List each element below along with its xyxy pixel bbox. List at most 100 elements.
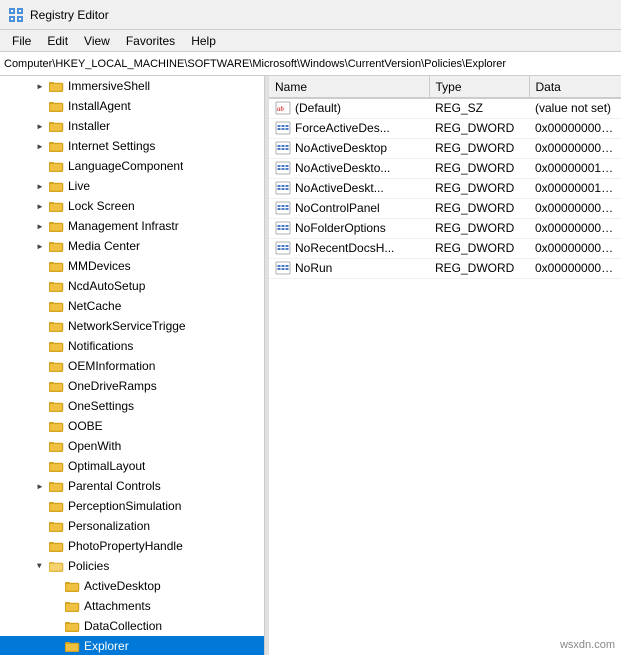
value-type-cell-2: REG_DWORD bbox=[429, 138, 529, 158]
tree-item-netcache[interactable]: ► NetCache bbox=[0, 296, 264, 316]
tree-label-live: Live bbox=[68, 179, 90, 193]
value-name-text: NoControlPanel bbox=[295, 201, 380, 215]
tree-item-onedriveramps[interactable]: ► OneDriveRamps bbox=[0, 376, 264, 396]
table-row[interactable]: NoActiveDeskto...REG_DWORD0x00000001 (1) bbox=[269, 158, 621, 178]
tree-arrow-lockscreen[interactable]: ► bbox=[32, 198, 48, 214]
col-name-header[interactable]: Name bbox=[269, 76, 429, 98]
tree-arrow-policies[interactable]: ► bbox=[32, 558, 48, 574]
tree-label-openwith: OpenWith bbox=[68, 439, 121, 453]
tree-item-mediacenter[interactable]: ► Media Center bbox=[0, 236, 264, 256]
tree-item-photopropertyhandle[interactable]: ► PhotoPropertyHandle bbox=[0, 536, 264, 556]
tree-arrow-immersiveshell[interactable]: ► bbox=[32, 78, 48, 94]
tree-arrow-parentalcontrols[interactable]: ► bbox=[32, 478, 48, 494]
folder-icon-onedriveramps bbox=[48, 378, 64, 394]
value-name-text: NoActiveDeskto... bbox=[295, 161, 390, 175]
dword-icon bbox=[275, 241, 291, 255]
tree-item-perceptionsimulation[interactable]: ► PerceptionSimulation bbox=[0, 496, 264, 516]
table-row[interactable]: NoFolderOptionsREG_DWORD0x00000000 (0) bbox=[269, 218, 621, 238]
menu-item-favorites[interactable]: Favorites bbox=[118, 32, 183, 50]
tree-item-lockscreen[interactable]: ► Lock Screen bbox=[0, 196, 264, 216]
tree-item-networkservicetrigge[interactable]: ► NetworkServiceTrigge bbox=[0, 316, 264, 336]
value-name-cell-1[interactable]: ForceActiveDes... bbox=[269, 118, 429, 138]
tree-item-ncdautosetup[interactable]: ► NcdAutoSetup bbox=[0, 276, 264, 296]
menu-item-edit[interactable]: Edit bbox=[39, 32, 76, 50]
tree-item-parentalcontrols[interactable]: ► Parental Controls bbox=[0, 476, 264, 496]
value-name-cell-7[interactable]: NoRecentDocsH... bbox=[269, 238, 429, 258]
tree-panel[interactable]: ► ImmersiveShell► InstallAgent► Installe… bbox=[0, 76, 265, 655]
tree-item-installer[interactable]: ► Installer bbox=[0, 116, 264, 136]
table-row[interactable]: ab (Default)REG_SZ(value not set) bbox=[269, 98, 621, 118]
tree-item-installagent[interactable]: ► InstallAgent bbox=[0, 96, 264, 116]
value-name-text: (Default) bbox=[295, 101, 341, 115]
tree-item-openwith[interactable]: ► OpenWith bbox=[0, 436, 264, 456]
dword-icon bbox=[275, 141, 291, 155]
tree-item-attachments[interactable]: ► Attachments bbox=[0, 596, 264, 616]
menu-item-help[interactable]: Help bbox=[183, 32, 224, 50]
value-type-cell-6: REG_DWORD bbox=[429, 218, 529, 238]
tree-item-oobe[interactable]: ► OOBE bbox=[0, 416, 264, 436]
tree-item-activedesktop[interactable]: ► ActiveDesktop bbox=[0, 576, 264, 596]
tree-label-mmdevices: MMDevices bbox=[68, 259, 131, 273]
tree-arrow-live[interactable]: ► bbox=[32, 178, 48, 194]
table-row[interactable]: NoActiveDeskt...REG_DWORD0x00000001 (1) bbox=[269, 178, 621, 198]
table-row[interactable]: ForceActiveDes...REG_DWORD0x00000000 (0) bbox=[269, 118, 621, 138]
tree-item-languagecomponent[interactable]: ► LanguageComponent bbox=[0, 156, 264, 176]
tree-item-policies[interactable]: ► Policies bbox=[0, 556, 264, 576]
value-name-text: NoRun bbox=[295, 261, 332, 275]
tree-arrow-internetsettings[interactable]: ► bbox=[32, 138, 48, 154]
table-row[interactable]: NoActiveDesktopREG_DWORD0x00000000 (0) bbox=[269, 138, 621, 158]
tree-item-personalization[interactable]: ► Personalization bbox=[0, 516, 264, 536]
tree-item-internetsettings[interactable]: ► Internet Settings bbox=[0, 136, 264, 156]
tree-label-oobe: OOBE bbox=[68, 419, 103, 433]
value-name-cell-5[interactable]: NoControlPanel bbox=[269, 198, 429, 218]
value-data-cell-0: (value not set) bbox=[529, 98, 621, 118]
main-pane: ► ImmersiveShell► InstallAgent► Installe… bbox=[0, 76, 621, 655]
value-data-cell-7: 0x00000000 (0) bbox=[529, 238, 621, 258]
value-name-cell-6[interactable]: NoFolderOptions bbox=[269, 218, 429, 238]
value-name-cell-2[interactable]: NoActiveDesktop bbox=[269, 138, 429, 158]
col-type-header[interactable]: Type bbox=[429, 76, 529, 98]
watermark: wsxdn.com bbox=[560, 639, 615, 651]
folder-icon-oeminformation bbox=[48, 358, 64, 374]
address-bar: Computer\HKEY_LOCAL_MACHINE\SOFTWARE\Mic… bbox=[0, 52, 621, 76]
folder-icon-perceptionsimulation bbox=[48, 498, 64, 514]
tree-item-oeminformation[interactable]: ► OEMInformation bbox=[0, 356, 264, 376]
tree-label-lockscreen: Lock Screen bbox=[68, 199, 135, 213]
value-name-cell-8[interactable]: NoRun bbox=[269, 258, 429, 278]
tree-label-onesettings: OneSettings bbox=[68, 399, 134, 413]
value-type-cell-8: REG_DWORD bbox=[429, 258, 529, 278]
dword-icon bbox=[275, 261, 291, 275]
tree-item-live[interactable]: ► Live bbox=[0, 176, 264, 196]
tree-item-notifications[interactable]: ► Notifications bbox=[0, 336, 264, 356]
folder-icon-mediacenter bbox=[48, 238, 64, 254]
tree-item-mmdevices[interactable]: ► MMDevices bbox=[0, 256, 264, 276]
folder-icon-personalization bbox=[48, 518, 64, 534]
tree-arrow-mediacenter[interactable]: ► bbox=[32, 238, 48, 254]
tree-label-photopropertyhandle: PhotoPropertyHandle bbox=[68, 539, 183, 553]
tree-item-datacollection[interactable]: ► DataCollection bbox=[0, 616, 264, 636]
menu-item-view[interactable]: View bbox=[76, 32, 118, 50]
folder-icon-netcache bbox=[48, 298, 64, 314]
tree-label-installer: Installer bbox=[68, 119, 110, 133]
value-data-cell-2: 0x00000000 (0) bbox=[529, 138, 621, 158]
tree-arrow-installer[interactable]: ► bbox=[32, 118, 48, 134]
value-name-cell-0[interactable]: ab (Default) bbox=[269, 98, 429, 118]
tree-item-managementinfrastr[interactable]: ► Management Infrastr bbox=[0, 216, 264, 236]
tree-item-onesettings[interactable]: ► OneSettings bbox=[0, 396, 264, 416]
value-name-cell-3[interactable]: NoActiveDeskto... bbox=[269, 158, 429, 178]
menu-item-file[interactable]: File bbox=[4, 32, 39, 50]
table-row[interactable]: NoControlPanelREG_DWORD0x00000000 (0) bbox=[269, 198, 621, 218]
table-row[interactable]: NoRunREG_DWORD0x00000000 (0) bbox=[269, 258, 621, 278]
tree-item-explorer[interactable]: ► Explorer bbox=[0, 636, 264, 655]
values-panel[interactable]: Name Type Data ab (Default)REG_SZ(value … bbox=[269, 76, 621, 655]
folder-icon-oobe bbox=[48, 418, 64, 434]
col-data-header[interactable]: Data bbox=[529, 76, 621, 98]
tree-item-optimallayout[interactable]: ► OptimalLayout bbox=[0, 456, 264, 476]
tree-label-netcache: NetCache bbox=[68, 299, 121, 313]
tree-arrow-managementinfrastr[interactable]: ► bbox=[32, 218, 48, 234]
value-name-cell-4[interactable]: NoActiveDeskt... bbox=[269, 178, 429, 198]
table-row[interactable]: NoRecentDocsH...REG_DWORD0x00000000 (0) bbox=[269, 238, 621, 258]
value-data-cell-6: 0x00000000 (0) bbox=[529, 218, 621, 238]
tree-item-immersiveshell[interactable]: ► ImmersiveShell bbox=[0, 76, 264, 96]
folder-icon-live bbox=[48, 178, 64, 194]
